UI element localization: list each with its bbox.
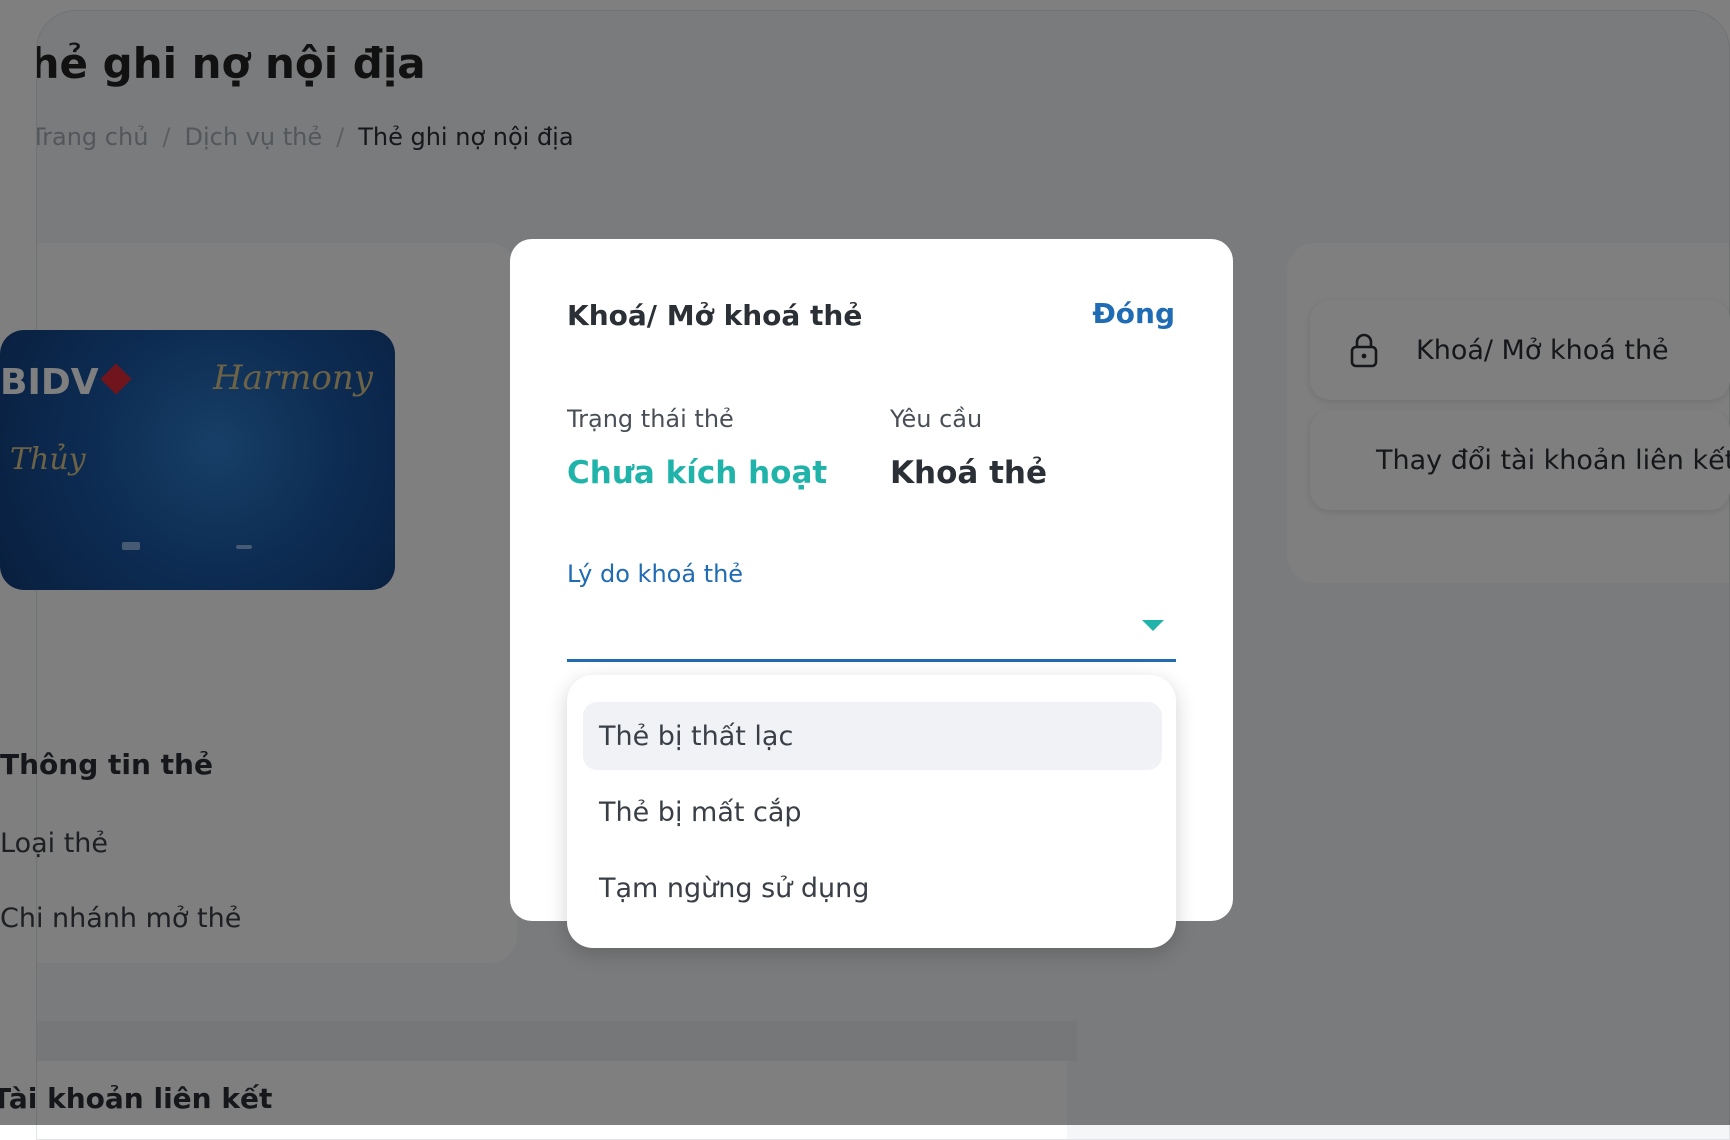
option-lost-card[interactable]: Thẻ bị thất lạc [583, 702, 1162, 770]
reason-label: Lý do khoá thẻ [567, 560, 744, 588]
reason-dropdown-menu: Thẻ bị thất lạc Thẻ bị mất cắp Tạm ngừng… [567, 675, 1176, 948]
chevron-down-icon [1142, 620, 1164, 631]
dialog-title: Khoá/ Mở khoá thẻ [567, 299, 863, 332]
card-status-label: Trạng thái thẻ [567, 405, 734, 433]
option-stolen-card[interactable]: Thẻ bị mất cắp [583, 778, 1162, 846]
option-suspend-use[interactable]: Tạm ngừng sử dụng [583, 854, 1162, 922]
request-label: Yêu cầu [890, 405, 983, 433]
reason-select[interactable] [567, 602, 1176, 662]
request-value: Khoá thẻ [890, 455, 1048, 491]
card-status-value: Chưa kích hoạt [567, 455, 828, 491]
close-button[interactable]: Đóng [1092, 297, 1175, 330]
